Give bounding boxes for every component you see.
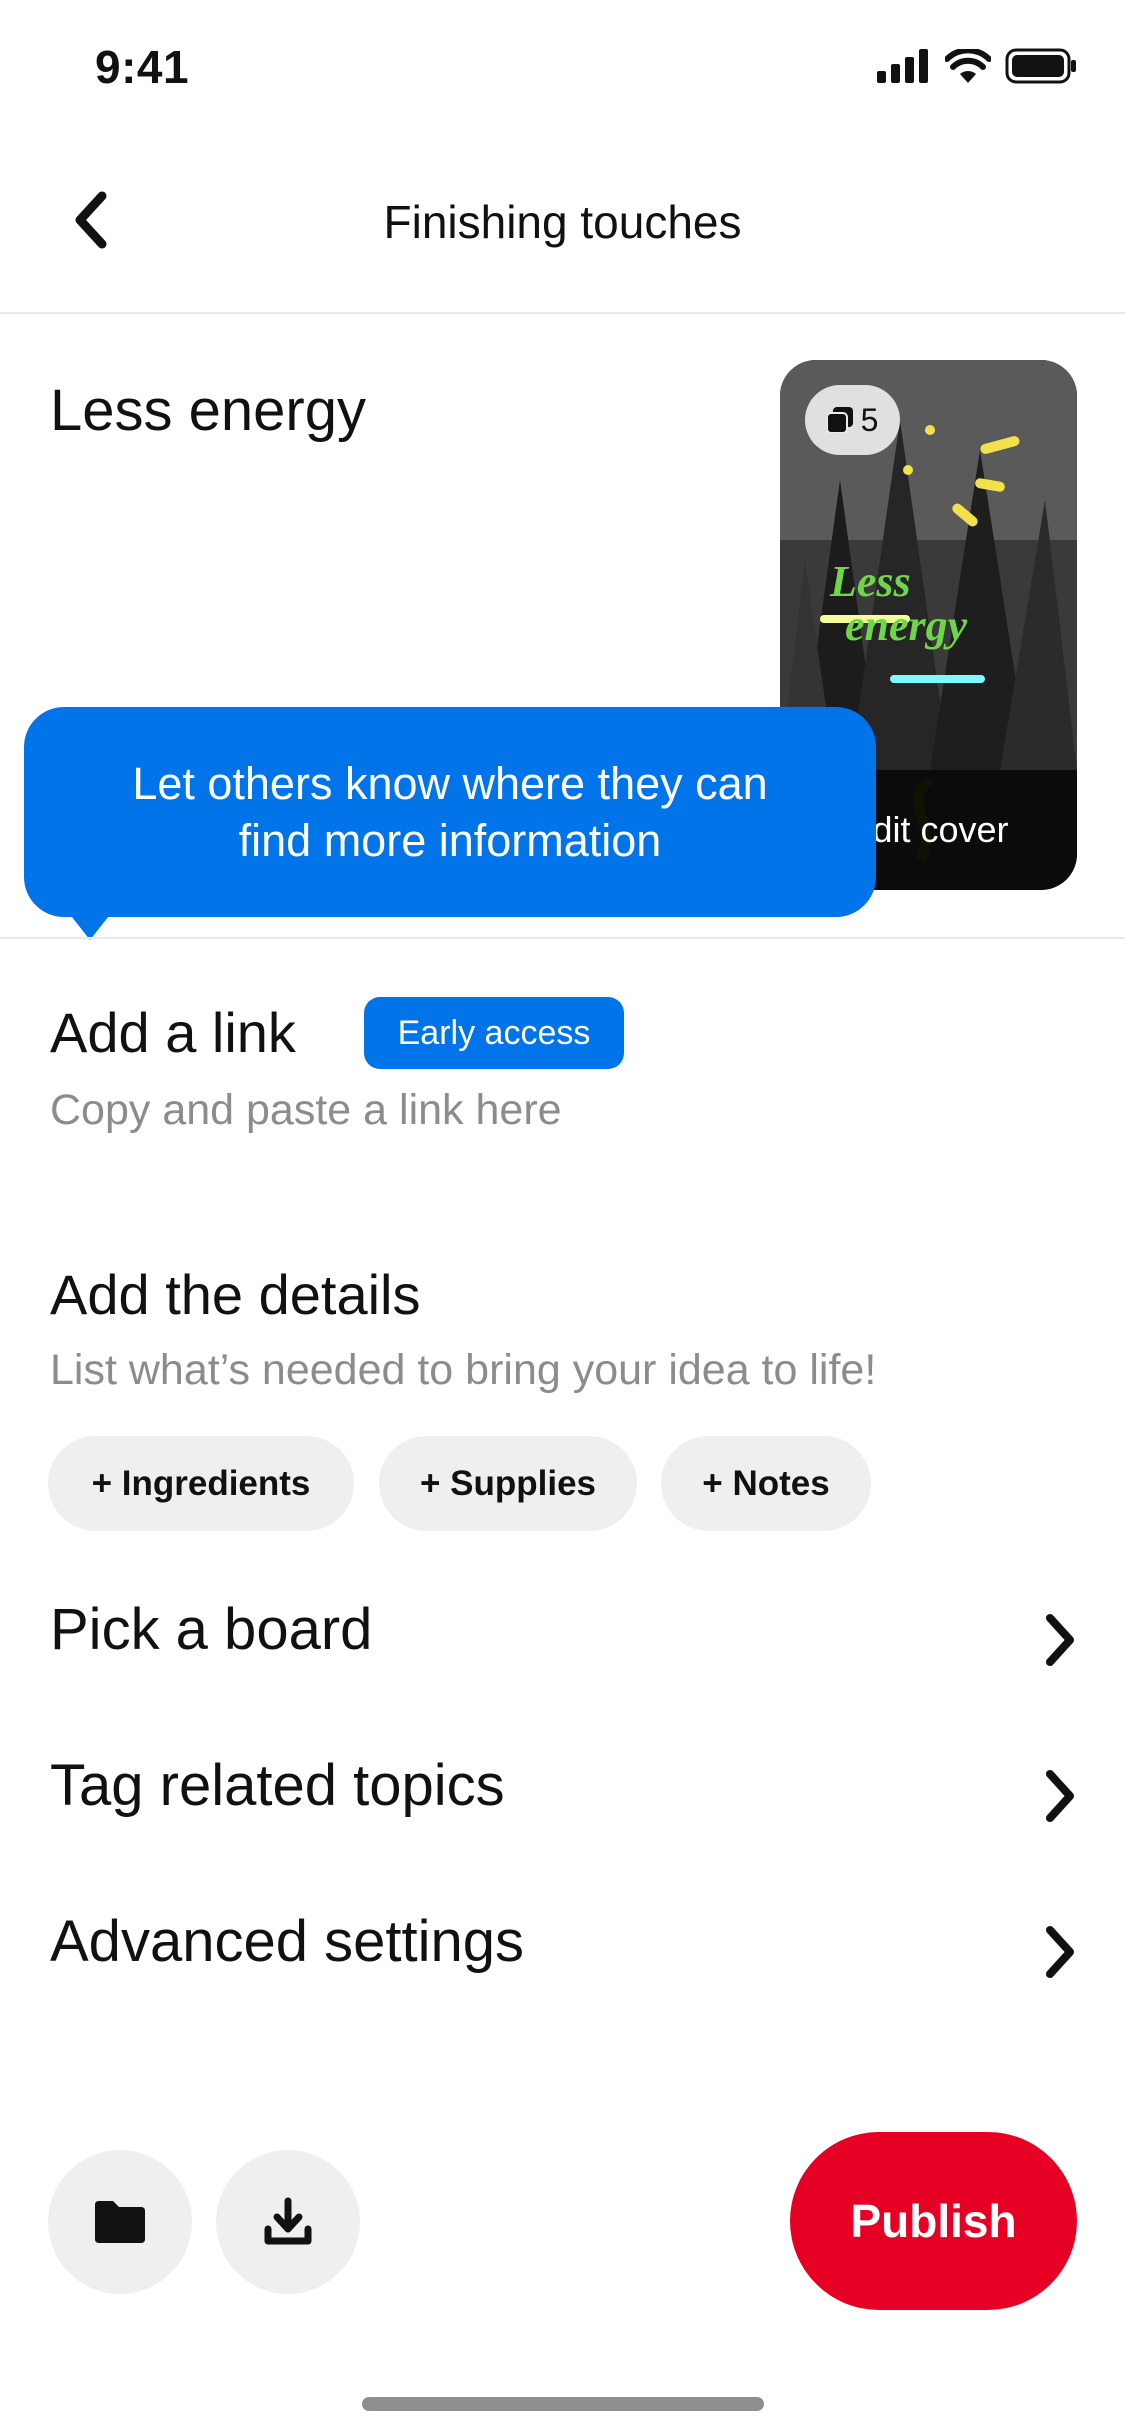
- add-details-title: Add the details: [50, 1263, 421, 1326]
- pages-icon: [826, 407, 853, 433]
- notes-chip[interactable]: + Notes: [661, 1436, 871, 1531]
- early-access-badge: Early access: [364, 997, 624, 1069]
- chevron-right-icon[interactable]: [1040, 1766, 1080, 1826]
- link-tooltip[interactable]: Let others know where they can find more…: [24, 707, 876, 917]
- link-input[interactable]: Copy and paste a link here: [50, 1086, 562, 1135]
- chevron-right-icon[interactable]: [1040, 1922, 1080, 1982]
- section-divider: [0, 937, 1125, 939]
- cover-overlay-line2: energy: [845, 601, 968, 650]
- download-icon: [264, 2197, 312, 2245]
- cover-overlay-line1: Less: [830, 557, 911, 606]
- page-count-badge: 5: [805, 385, 900, 455]
- cover-overlay-text: Less energy: [830, 560, 1030, 648]
- advanced-settings-row[interactable]: Advanced settings: [50, 1908, 524, 1975]
- page-title: Finishing touches: [383, 196, 742, 248]
- battery-icon: [1005, 48, 1076, 84]
- tooltip-pointer: [68, 912, 112, 940]
- status-icons: [877, 48, 1077, 84]
- page-count: 5: [860, 401, 879, 438]
- tooltip-line1: Let others know where they can: [132, 758, 768, 809]
- add-link-title: Add a link: [50, 1001, 296, 1064]
- publish-button[interactable]: Publish: [790, 2132, 1077, 2310]
- tooltip-line2: find more information: [238, 815, 662, 866]
- pick-board-row[interactable]: Pick a board: [50, 1596, 372, 1663]
- tag-topics-row[interactable]: Tag related topics: [50, 1752, 505, 1819]
- chevron-right-icon[interactable]: [1040, 1610, 1080, 1670]
- home-indicator: [362, 2397, 764, 2411]
- download-button[interactable]: [216, 2150, 360, 2294]
- header-divider: [0, 312, 1125, 314]
- ingredients-chip[interactable]: + Ingredients: [48, 1436, 354, 1531]
- pin-title[interactable]: Less energy: [50, 377, 366, 444]
- status-time: 9:41: [95, 41, 190, 93]
- wifi-icon: [945, 49, 991, 83]
- cellular-signal-icon: [877, 49, 928, 83]
- add-details-subtitle: List what’s needed to bring your idea to…: [50, 1346, 877, 1394]
- supplies-chip[interactable]: + Supplies: [379, 1436, 637, 1531]
- folder-icon: [95, 2201, 145, 2243]
- save-draft-button[interactable]: [48, 2150, 192, 2294]
